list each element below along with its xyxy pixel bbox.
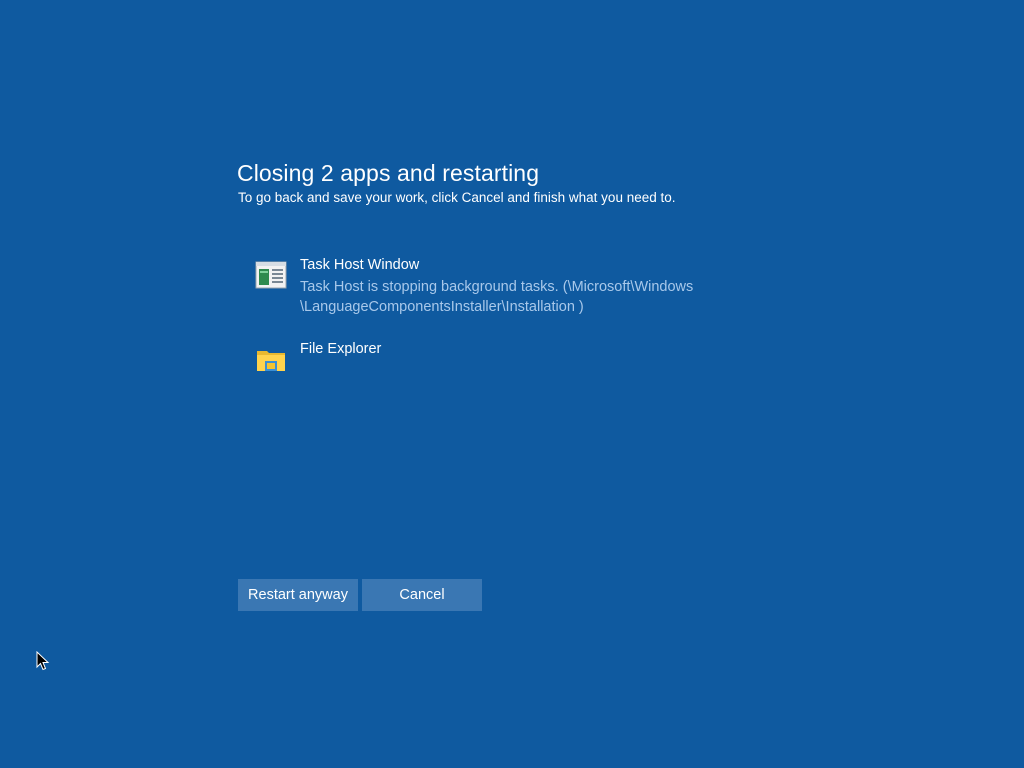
restart-anyway-button[interactable]: Restart anyway xyxy=(238,579,358,611)
app-name: Task Host Window xyxy=(300,257,420,273)
cancel-button[interactable]: Cancel xyxy=(362,579,482,611)
file-explorer-icon xyxy=(255,345,287,373)
app-name: File Explorer xyxy=(300,341,382,357)
app-list: Task Host Window Task Host is stopping b… xyxy=(255,256,775,380)
restart-screen: Closing 2 apps and restarting To go back… xyxy=(0,0,1024,768)
task-host-icon xyxy=(255,261,287,289)
list-item-file-explorer: File Explorer xyxy=(255,340,775,380)
app-description-line: Task Host is stopping background tasks. … xyxy=(300,279,694,295)
page-subtitle: To go back and save your work, click Can… xyxy=(238,190,676,205)
list-item-task-host: Task Host Window Task Host is stopping b… xyxy=(255,256,775,340)
mouse-pointer-icon xyxy=(36,650,50,671)
page-title: Closing 2 apps and restarting xyxy=(237,160,540,186)
app-description: Task Host is stopping background tasks. … xyxy=(300,277,770,317)
app-description-line: \LanguageComponentsInstaller\Installatio… xyxy=(300,299,584,315)
button-row: Restart anyway Cancel xyxy=(238,579,482,611)
